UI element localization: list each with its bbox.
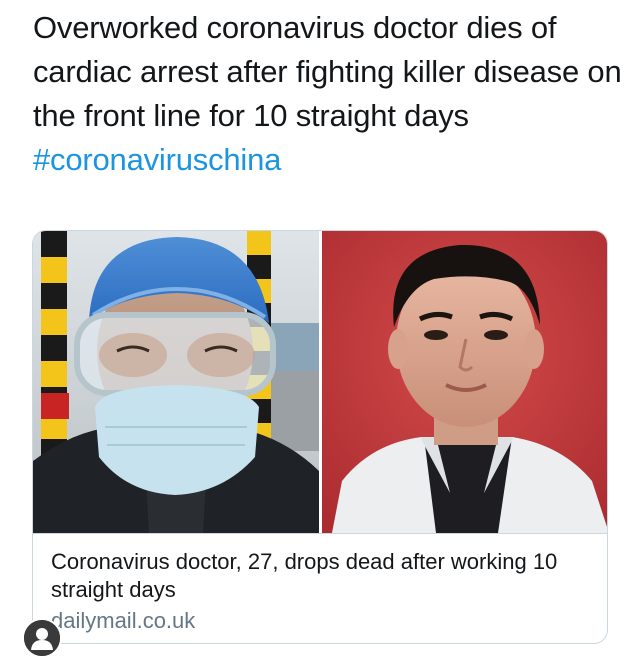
user-avatar[interactable] [22,618,62,658]
default-user-icon [24,620,60,656]
doctor-masked-photo [33,231,319,533]
doctor-portrait-photo [322,231,607,533]
card-images[interactable] [33,231,607,533]
link-preview-card[interactable]: Coronavirus doctor, 27, drops dead after… [32,230,608,644]
card-title[interactable]: Coronavirus doctor, 27, drops dead after… [51,548,593,604]
tweet-body: Overworked coronavirus doctor dies of ca… [33,10,622,133]
card-meta[interactable]: Coronavirus doctor, 27, drops dead after… [33,533,607,643]
card-domain[interactable]: dailymail.co.uk [51,606,593,636]
tweet-text: Overworked coronavirus doctor dies of ca… [33,6,623,182]
hashtag-link[interactable]: #coronaviruschina [33,142,281,177]
